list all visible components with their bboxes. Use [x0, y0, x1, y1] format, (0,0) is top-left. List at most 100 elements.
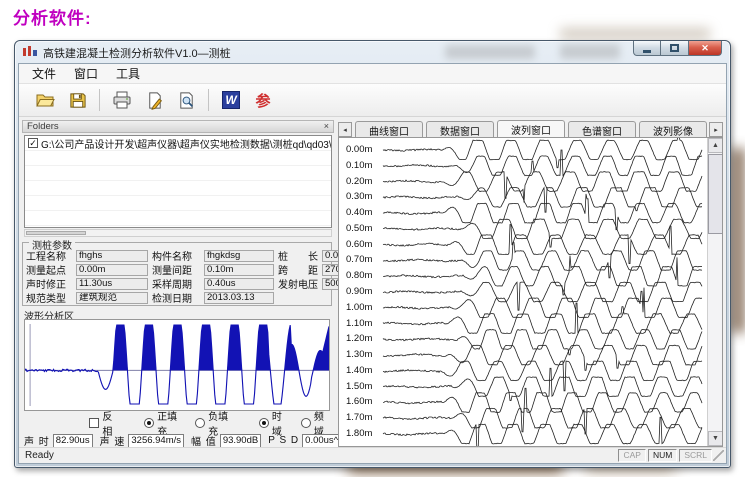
toolbar-separator [99, 89, 100, 111]
pile-parameters-group: 测桩参数 工程名称 fhghs 构件名称 fhgkdsg 桩 长 0.00m 测… [22, 242, 332, 306]
invert-checkbox[interactable] [89, 418, 99, 428]
readouts-row: 声 时 82.90us 声 速 3256.94m/s 幅 值 93.90dB P… [24, 433, 332, 448]
print-setup-icon[interactable] [143, 89, 165, 111]
close-button[interactable]: ✕ [688, 41, 722, 56]
field-value[interactable]: fhghs [76, 250, 148, 262]
tree-row-empty [25, 151, 331, 166]
field-value[interactable]: fhgkdsg [204, 250, 274, 262]
field-label: 发射电压 [278, 276, 322, 291]
background-photo-blur [731, 148, 745, 333]
tab-bar: ◂ 曲线窗口 数据窗口 波列窗口 色谱窗口 波列影像 ▸ [338, 120, 723, 137]
tree-item[interactable]: ✓ G:\公司产品设计开发\超声仪器\超声仪实地检测数据\测桩qd\qd03\q… [25, 136, 331, 151]
open-icon[interactable] [34, 89, 56, 111]
menu-tools[interactable]: 工具 [107, 63, 149, 84]
menu-bar: 文件 窗口 工具 [19, 64, 726, 84]
waveform-analysis-plot[interactable] [24, 319, 330, 411]
field-value[interactable]: 0.40us [204, 278, 274, 290]
tab-wavetrain-image[interactable]: 波列影像 [639, 121, 707, 137]
window-title: 高铁建混凝土检测分析软件V1.0—测桩 [43, 45, 231, 61]
close-panel-icon[interactable]: × [324, 122, 329, 131]
depth-label: 0.00m [346, 144, 382, 155]
sound-time-value[interactable]: 82.90us [53, 434, 93, 448]
field-value[interactable]: 建筑规范 [76, 292, 148, 304]
aero-reflection [445, 45, 535, 59]
depth-label: 1.20m [346, 333, 382, 344]
depth-label: 0.80m [346, 270, 382, 281]
minimize-icon [643, 50, 651, 53]
amplitude-value[interactable]: 93.90dB [220, 434, 261, 448]
scroll-down-icon[interactable]: ▼ [708, 431, 723, 446]
checkbox-checked-icon[interactable]: ✓ [28, 138, 38, 148]
sound-time-label: 声 时 [24, 433, 50, 448]
tab-data-window[interactable]: 数据窗口 [426, 121, 494, 137]
menu-window[interactable]: 窗口 [65, 63, 107, 84]
print-preview-icon[interactable] [175, 89, 197, 111]
word-export-glyph: W [222, 91, 240, 109]
depth-label: 1.40m [346, 365, 382, 376]
tab-scroll-left-icon[interactable]: ◂ [338, 122, 352, 137]
field-label: 检测日期 [152, 290, 204, 305]
parameter-icon[interactable]: 参 [252, 89, 274, 111]
workspace: Folders × ✓ G:\公司产品设计开发\超声仪器\超声仪实地检测数据\测… [19, 120, 726, 447]
tab-wavetrain-window[interactable]: 波列窗口 [497, 120, 565, 137]
aero-reflection [560, 44, 620, 59]
depth-label: 0.60m [346, 239, 382, 250]
title-bar[interactable]: 高铁建混凝土检测分析软件V1.0—测桩 ✕ [15, 41, 730, 63]
folders-panel-header[interactable]: Folders × [22, 120, 334, 133]
tree-horizontal-scrollbar[interactable] [24, 229, 332, 237]
field-value[interactable]: 0.10m [204, 264, 274, 276]
tab-spectrum-window[interactable]: 色谱窗口 [568, 121, 636, 137]
minimize-button[interactable] [633, 41, 661, 56]
field-value[interactable]: 0.00m [76, 264, 148, 276]
depth-label: 0.10m [346, 160, 382, 171]
tree-row-empty [25, 196, 331, 211]
sound-speed-value[interactable]: 3256.94m/s [128, 434, 184, 448]
time-domain-radio[interactable] [259, 418, 269, 428]
tree-row-empty [25, 211, 331, 226]
field-label: 构件名称 [152, 248, 204, 263]
tab-scroll-right-icon[interactable]: ▸ [709, 122, 723, 137]
menu-file[interactable]: 文件 [23, 63, 65, 84]
app-window: 高铁建混凝土检测分析软件V1.0—测桩 ✕ 文件 窗口 工具 [14, 40, 731, 468]
field-value[interactable]: 11.30us [76, 278, 148, 290]
scrollbar-thumb[interactable] [708, 154, 723, 234]
freq-domain-radio[interactable] [301, 418, 311, 428]
background-photo-blur [560, 28, 710, 40]
maximize-button[interactable] [661, 41, 688, 56]
status-bar: Ready CAP NUM SCRL [19, 447, 726, 463]
close-icon: ✕ [701, 43, 709, 54]
status-indicators: CAP NUM SCRL [616, 449, 712, 462]
negative-fill-radio[interactable] [195, 418, 205, 428]
wave-train-display[interactable]: 0.00m0.10m0.20m0.30m0.40m0.50m0.60m0.70m… [338, 137, 723, 447]
resize-grip-icon[interactable] [713, 450, 724, 461]
depth-label: 0.40m [346, 207, 382, 218]
scrollbar-thumb[interactable] [26, 231, 86, 235]
wave-train-chart [339, 138, 706, 446]
vertical-scrollbar[interactable]: ▲ ▼ [707, 138, 722, 446]
folder-tree[interactable]: ✓ G:\公司产品设计开发\超声仪器\超声仪实地检测数据\测桩qd\qd03\q… [24, 135, 332, 228]
positive-fill-radio[interactable] [144, 418, 154, 428]
parameters-grid: 工程名称 fhghs 构件名称 fhgkdsg 桩 长 0.00m 测量起点 0… [26, 249, 329, 304]
depth-label: 0.90m [346, 286, 382, 297]
depth-label: 1.30m [346, 349, 382, 360]
save-icon[interactable] [66, 89, 88, 111]
waveform-controls: 反相 正填充 负填充 时域 频域 [26, 416, 332, 430]
print-icon[interactable] [111, 89, 133, 111]
word-export-icon[interactable]: W [220, 89, 242, 111]
field-label: 跨 距 [278, 262, 322, 277]
maximize-icon [670, 44, 679, 52]
depth-label: 1.10m [346, 318, 382, 329]
toolbar: W 参 [19, 84, 726, 117]
field-label: 测量起点 [26, 262, 76, 277]
field-label: 测量间距 [152, 262, 204, 277]
right-panel: ◂ 曲线窗口 数据窗口 波列窗口 色谱窗口 波列影像 ▸ 0.00m 0.10m 0… [338, 120, 723, 447]
depth-label: 1.80m [346, 428, 382, 439]
tree-row-empty [25, 166, 331, 181]
sound-speed-label: 声 速 [100, 433, 126, 448]
tab-curve-window[interactable]: 曲线窗口 [355, 121, 423, 137]
field-label: 采样周期 [152, 276, 204, 291]
caps-lock-indicator: CAP [618, 449, 645, 462]
scroll-up-icon[interactable]: ▲ [708, 138, 723, 153]
depth-label: 0.50m [346, 223, 382, 234]
field-value[interactable]: 2013.03.13 [204, 292, 274, 304]
